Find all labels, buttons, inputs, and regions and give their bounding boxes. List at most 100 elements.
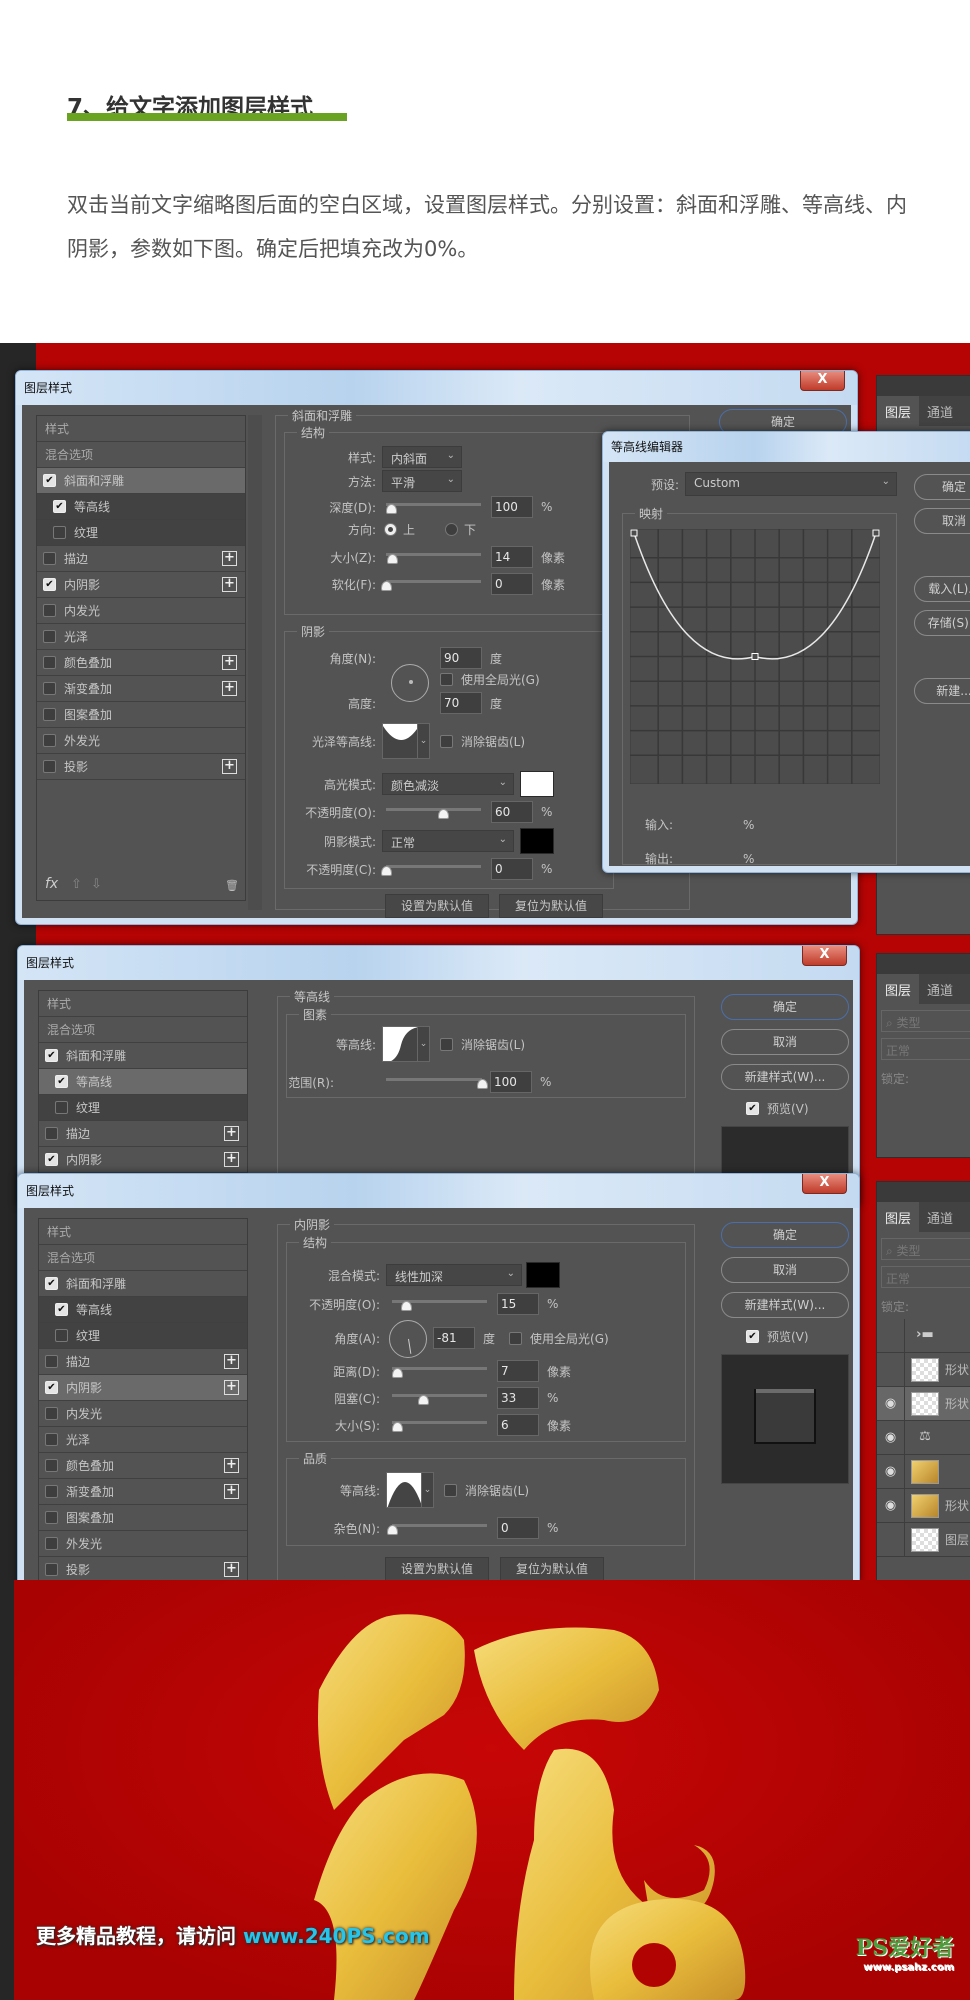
inner-shadow-opacity-slider[interactable] (392, 1297, 487, 1311)
contour-new-button[interactable]: 新建... (914, 678, 970, 704)
inner-shadow-opacity-input[interactable]: 15 (497, 1293, 539, 1315)
set-default-button[interactable]: 设置为默认值 (385, 1557, 489, 1581)
checkbox-checked-icon[interactable]: ✔ (45, 1277, 58, 1290)
inner-shadow-size-input[interactable]: 6 (497, 1414, 539, 1436)
range-slider[interactable] (386, 1075, 488, 1089)
checkbox-icon[interactable] (43, 760, 56, 773)
style-item[interactable]: 外发光 (39, 1531, 247, 1557)
checkbox-icon[interactable] (43, 734, 56, 747)
tab-channels[interactable]: 通道 (919, 974, 961, 1004)
style-item[interactable]: 图案叠加 (39, 1505, 247, 1531)
chevron-down-icon[interactable]: ⌄ (418, 1026, 430, 1062)
depth-slider[interactable] (385, 500, 481, 514)
reset-default-button[interactable]: 复位为默认值 (499, 894, 603, 918)
tab-layers[interactable]: 图层 (877, 1202, 920, 1232)
close-button[interactable]: X (802, 946, 847, 966)
bevel-style-select[interactable]: 内斜面 ⌄ (382, 446, 462, 468)
layer-filter-search[interactable]: ⌕ 类型 (881, 1238, 970, 1260)
hidden-visibility-icon[interactable] (877, 1352, 905, 1387)
style-item[interactable]: 光泽 (39, 1427, 247, 1453)
shadow-opacity-slider[interactable] (381, 862, 481, 876)
preview-checkbox[interactable]: ✔ 预览(V) (746, 1328, 809, 1345)
inner-shadow-color-swatch[interactable] (526, 1262, 560, 1288)
eye-icon[interactable]: ◉ (877, 1420, 905, 1455)
trash-icon[interactable]: 🗑 (225, 879, 239, 892)
add-effect-icon[interactable]: + (224, 1380, 239, 1395)
add-effect-icon[interactable]: + (222, 655, 237, 670)
checkbox-icon[interactable] (45, 1407, 58, 1420)
move-up-icon[interactable]: ⇧ (71, 877, 82, 892)
checkbox-icon[interactable] (45, 1563, 58, 1576)
highlight-mode-select[interactable]: 颜色减淡 ⌄ (382, 773, 514, 795)
soften-input[interactable]: 0 (491, 573, 533, 595)
add-effect-icon[interactable]: + (224, 1126, 239, 1141)
layer-row[interactable]: ›▬ (877, 1318, 970, 1353)
hidden-visibility-icon[interactable] (877, 1522, 905, 1557)
style-item[interactable]: 内发光 (39, 1401, 247, 1427)
style-item[interactable]: ✔ 内阴影 + (39, 1375, 247, 1401)
depth-input[interactable]: 100 (491, 496, 533, 518)
style-item[interactable]: 图案叠加 (37, 702, 245, 728)
style-item[interactable]: 颜色叠加 + (39, 1453, 247, 1479)
curve-control-point[interactable] (630, 529, 638, 537)
add-effect-icon[interactable]: + (224, 1152, 239, 1167)
fx-icon[interactable]: fx (45, 876, 58, 892)
layer-row[interactable]: ◉ 形状 (877, 1488, 970, 1523)
checkbox-icon[interactable] (45, 1537, 58, 1550)
noise-slider[interactable] (387, 1521, 487, 1535)
size-slider[interactable] (386, 550, 481, 564)
altitude-input[interactable]: 70 (440, 692, 482, 714)
angle-dial[interactable] (391, 664, 429, 702)
direction-down-radio[interactable]: 下 (445, 521, 476, 538)
checkbox-icon[interactable] (43, 604, 56, 617)
ok-button[interactable]: 确定 (721, 1222, 849, 1248)
style-item[interactable]: 投影 + (37, 754, 245, 780)
style-item[interactable]: 纹理 (39, 1095, 247, 1121)
promo-link[interactable]: www.240PS.com (243, 1924, 430, 1948)
highlight-opacity-slider[interactable] (386, 805, 481, 819)
style-item[interactable]: 颜色叠加 + (37, 650, 245, 676)
style-list-header[interactable]: 样式 (37, 416, 245, 442)
shadow-opacity-input[interactable]: 0 (491, 858, 533, 880)
style-item[interactable]: 纹理 (39, 1323, 247, 1349)
style-item[interactable]: ✔ 斜面和浮雕 (39, 1271, 247, 1297)
contour-ok-button[interactable]: 确定 (914, 474, 970, 500)
checkbox-icon[interactable] (45, 1127, 58, 1140)
style-item[interactable]: 描边 + (37, 546, 245, 572)
size-input[interactable]: 14 (491, 546, 533, 568)
tab-layers[interactable]: 图层 (877, 974, 920, 1004)
layer-row[interactable]: ◉ (877, 1454, 970, 1489)
curve-control-point[interactable] (872, 529, 880, 537)
cancel-button[interactable]: 取消 (721, 1029, 849, 1055)
eye-icon[interactable]: ◉ (877, 1386, 905, 1421)
style-item[interactable]: ✔ 等高线 (39, 1297, 247, 1323)
ok-button[interactable]: 确定 (721, 994, 849, 1020)
checkbox-icon[interactable] (55, 1101, 68, 1114)
checkbox-checked-icon[interactable]: ✔ (43, 578, 56, 591)
checkbox-checked-icon[interactable]: ✔ (55, 1075, 68, 1088)
checkbox-icon[interactable] (53, 526, 66, 539)
curve-control-point[interactable] (751, 653, 759, 660)
tab-layers[interactable]: 图层 (877, 396, 920, 426)
tab-channels[interactable]: 通道 (919, 1202, 961, 1232)
contour-save-button[interactable]: 存储(S)... (914, 610, 970, 636)
close-button[interactable]: X (800, 371, 845, 391)
checkbox-icon[interactable] (45, 1433, 58, 1446)
style-list-header[interactable]: 样式 (39, 1219, 247, 1245)
checkbox-icon[interactable] (45, 1485, 58, 1498)
add-effect-icon[interactable]: + (224, 1458, 239, 1473)
checkbox-icon[interactable] (45, 1355, 58, 1368)
blend-mode-select[interactable]: 正常 (881, 1266, 970, 1288)
add-effect-icon[interactable]: + (224, 1484, 239, 1499)
checkbox-icon[interactable] (45, 1511, 58, 1524)
checkbox-checked-icon[interactable]: ✔ (45, 1381, 58, 1394)
angle-input[interactable]: 90 (440, 647, 482, 669)
checkbox-icon[interactable] (43, 656, 56, 669)
add-effect-icon[interactable]: + (224, 1562, 239, 1577)
layer-row[interactable]: ◉ ⚖ (877, 1420, 970, 1455)
highlight-color-swatch[interactable] (520, 771, 554, 797)
shadow-color-swatch[interactable] (520, 828, 554, 854)
layer-row[interactable]: 图层 (877, 1522, 970, 1557)
tab-channels[interactable]: 通道 (919, 396, 961, 426)
contour-curve-graph[interactable] (630, 529, 880, 784)
